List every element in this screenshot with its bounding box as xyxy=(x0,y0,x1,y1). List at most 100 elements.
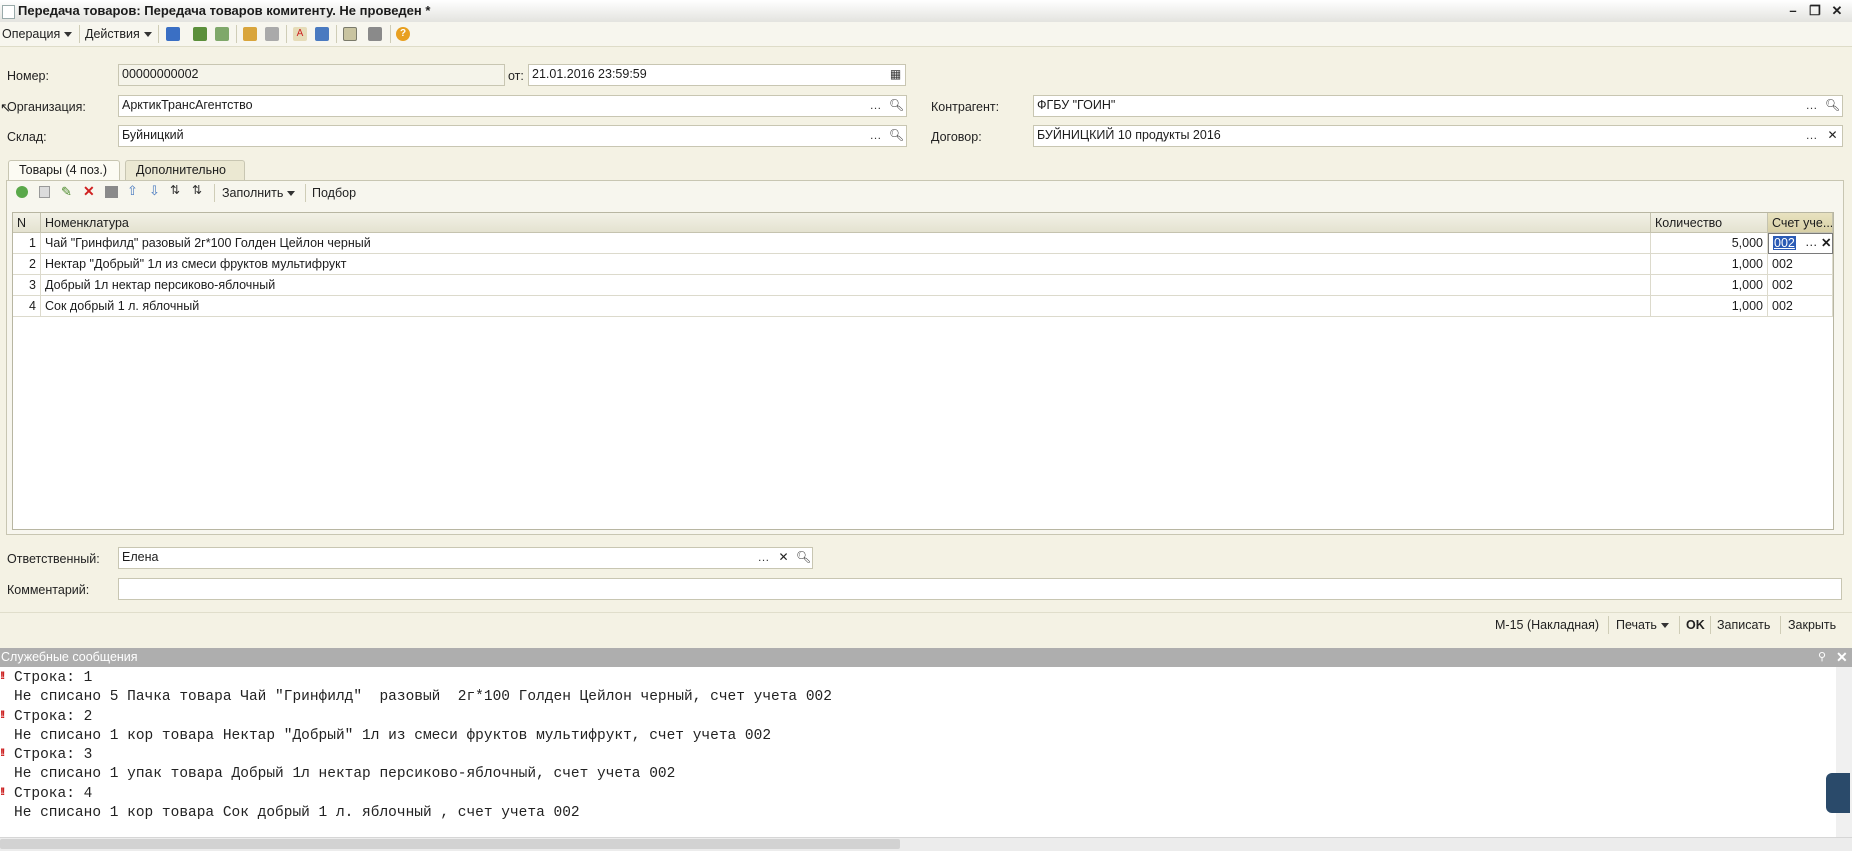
post-icon[interactable] xyxy=(193,27,207,41)
operation-menu[interactable]: Операция xyxy=(2,27,73,41)
search-icon[interactable]: 🔍︎ xyxy=(888,96,905,116)
post-and-close-icon[interactable] xyxy=(166,27,180,41)
select-ellipsis-icon[interactable]: … xyxy=(1803,126,1820,146)
table-cell-account[interactable]: 002 xyxy=(1768,254,1833,275)
actions-menu[interactable]: Действия xyxy=(85,27,152,41)
table-cell-nomenclature[interactable]: Нектар "Добрый" 1л из смеси фруктов муль… xyxy=(41,254,1651,275)
end-edit-icon[interactable] xyxy=(105,186,118,198)
table-cell-quantity[interactable]: 1,000 xyxy=(1651,296,1768,317)
message-line[interactable]: Не списано 1 кор товара Нектар "Добрый" … xyxy=(14,728,771,744)
counterparty-field[interactable]: ФГБУ "ГОИН" xyxy=(1033,95,1843,117)
refresh-icon[interactable] xyxy=(215,27,229,41)
error-mark-icon: !! xyxy=(0,670,6,682)
counterparty-label: Контрагент: xyxy=(931,100,1000,114)
help-icon[interactable]: ? xyxy=(396,27,410,41)
chevron-down-icon xyxy=(143,32,152,38)
comment-field[interactable] xyxy=(118,578,1842,600)
message-line[interactable]: Строка: 2 xyxy=(14,709,92,725)
close-icon[interactable]: ✕ xyxy=(1828,3,1846,19)
table-cell-account[interactable]: 002 xyxy=(1768,296,1833,317)
column-header-nomenclature[interactable]: Номенклатура xyxy=(41,213,1651,233)
column-header-account[interactable]: Счет уче... xyxy=(1768,213,1833,233)
add-row-icon[interactable] xyxy=(16,186,28,198)
clear-icon[interactable]: ✕ xyxy=(1821,235,1831,250)
toolbar-separator xyxy=(286,25,287,43)
clear-icon[interactable]: ✕ xyxy=(775,548,792,568)
date-field[interactable]: 21.01.2016 23:59:59 xyxy=(528,64,906,86)
table-cell-nomenclature[interactable]: Чай "Гринфилд" разовый 2г*100 Голден Цей… xyxy=(41,233,1651,254)
m15-invoice-button[interactable]: М-15 (Накладная) xyxy=(1495,618,1599,632)
table-cell-quantity[interactable]: 1,000 xyxy=(1651,275,1768,296)
restore-icon[interactable]: ❐ xyxy=(1806,3,1824,19)
report-icon[interactable] xyxy=(315,27,329,41)
calendar-icon[interactable]: ▦ xyxy=(887,65,904,85)
select-ellipsis-icon[interactable]: … xyxy=(867,126,884,146)
warehouse-label: Склад: xyxy=(7,130,47,144)
list-icon[interactable] xyxy=(368,27,382,41)
edit-header-icon[interactable] xyxy=(343,27,357,41)
create-based-on-icon[interactable] xyxy=(243,27,257,41)
warehouse-field[interactable]: Буйницкий xyxy=(118,125,907,147)
sort-desc-icon[interactable]: ⇅ xyxy=(192,183,202,197)
move-down-icon[interactable]: ⇩ xyxy=(149,183,160,199)
main-toolbar: Операция Действия A ? xyxy=(0,22,1852,47)
account-input[interactable]: 002 xyxy=(1773,236,1796,250)
select-ellipsis-icon[interactable]: … xyxy=(867,96,884,116)
message-line[interactable]: Не списано 1 упак товара Добрый 1л некта… xyxy=(14,766,675,782)
messages-horizontal-scrollbar[interactable] xyxy=(0,837,1852,851)
ok-button[interactable]: OK xyxy=(1686,618,1705,632)
message-line[interactable]: Не списано 1 кор товара Сок добрый 1 л. … xyxy=(14,805,580,821)
tab-additional[interactable]: Дополнительно xyxy=(125,160,245,180)
column-header-n[interactable]: N xyxy=(13,213,41,233)
messages-title: Служебные сообщения xyxy=(1,650,138,664)
delete-row-icon[interactable]: ✕ xyxy=(83,183,95,200)
minimize-icon[interactable]: – xyxy=(1784,3,1802,19)
tab-goods[interactable]: Товары (4 поз.) xyxy=(8,160,120,180)
table-cell-nomenclature[interactable]: Сок добрый 1 л. яблочный xyxy=(41,296,1651,317)
sort-asc-icon[interactable]: ⇅ xyxy=(170,183,180,197)
organization-field[interactable]: АрктикТрансАгентство xyxy=(118,95,907,117)
account-edit-cell[interactable]: 002 … ✕ xyxy=(1768,233,1833,254)
row-number: 3 xyxy=(13,275,41,296)
print-menu[interactable]: Печать xyxy=(1616,618,1669,632)
message-line[interactable]: Строка: 1 xyxy=(14,670,92,686)
select-ellipsis-icon[interactable]: … xyxy=(1805,235,1818,249)
edit-row-icon[interactable]: ✎ xyxy=(61,184,72,200)
clear-icon[interactable]: ✕ xyxy=(1824,126,1841,146)
pin-icon[interactable]: ⚲ xyxy=(1818,650,1826,663)
toolbar-separator xyxy=(236,25,237,43)
movements-icon[interactable]: A xyxy=(293,27,307,41)
teamviewer-icon[interactable] xyxy=(1826,773,1850,813)
goods-table: N Номенклатура Количество Счет уче... 1 … xyxy=(12,212,1834,530)
row-number: 4 xyxy=(13,296,41,317)
select-ellipsis-icon[interactable]: … xyxy=(755,548,772,568)
close-button[interactable]: Закрыть xyxy=(1788,618,1836,632)
fill-menu[interactable]: Заполнить xyxy=(222,186,296,200)
structure-icon[interactable] xyxy=(265,27,279,41)
number-field[interactable]: 00000000002 xyxy=(118,64,505,86)
message-line[interactable]: Строка: 4 xyxy=(14,786,92,802)
scrollbar-thumb[interactable] xyxy=(0,839,900,849)
column-header-quantity[interactable]: Количество xyxy=(1651,213,1768,233)
error-mark-icon: !! xyxy=(0,709,6,721)
window-titlebar: Передача товаров: Передача товаров комит… xyxy=(0,0,1852,23)
table-cell-quantity[interactable]: 5,000 xyxy=(1651,233,1768,254)
message-line[interactable]: Строка: 3 xyxy=(14,747,92,763)
toolbar-separator xyxy=(305,184,306,202)
contract-field[interactable]: БУЙНИЦКИЙ 10 продукты 2016 xyxy=(1033,125,1843,147)
search-icon[interactable]: 🔍︎ xyxy=(1824,96,1841,116)
close-icon[interactable]: ✕ xyxy=(1836,649,1848,666)
pick-button[interactable]: Подбор xyxy=(312,186,356,200)
message-line[interactable]: Не списано 5 Пачка товара Чай "Гринфилд"… xyxy=(14,689,832,705)
select-ellipsis-icon[interactable]: … xyxy=(1803,96,1820,116)
move-up-icon[interactable]: ⇧ xyxy=(127,183,138,199)
responsible-field[interactable]: Елена xyxy=(118,547,813,569)
copy-row-icon[interactable] xyxy=(39,186,50,198)
table-cell-nomenclature[interactable]: Добрый 1л нектар персиково-яблочный xyxy=(41,275,1651,296)
search-icon[interactable]: 🔍︎ xyxy=(888,126,905,146)
search-icon[interactable]: 🔍︎ xyxy=(795,548,812,568)
table-cell-quantity[interactable]: 1,000 xyxy=(1651,254,1768,275)
save-button[interactable]: Записать xyxy=(1717,618,1770,632)
table-cell-account[interactable]: 002 xyxy=(1768,275,1833,296)
number-label: Номер: xyxy=(7,69,49,83)
